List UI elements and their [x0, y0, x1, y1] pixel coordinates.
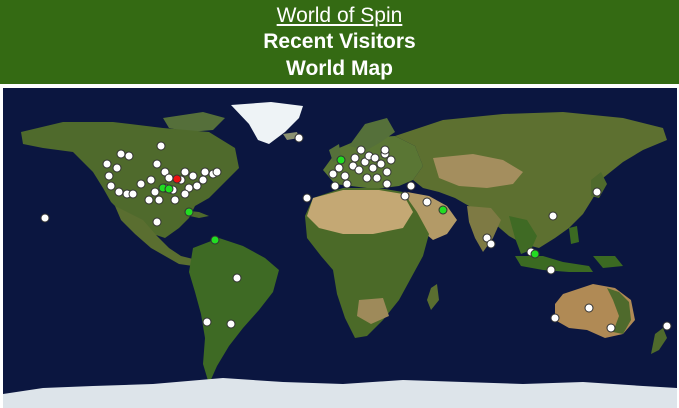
visitor-dot [382, 179, 392, 189]
visitor-dot [406, 181, 416, 191]
visitor-dot [156, 141, 166, 151]
visitor-dot [40, 213, 50, 223]
visitor-dot [546, 265, 556, 275]
visitor-dot [350, 153, 360, 163]
visitor-dot-green [336, 155, 346, 165]
visitor-dot [386, 155, 396, 165]
page-heading-world-map: World Map [286, 57, 393, 80]
visitor-dot [226, 319, 236, 329]
world-map [3, 88, 677, 408]
visitor-dot-red [172, 174, 182, 184]
visitor-dot [550, 313, 560, 323]
visitor-dot [606, 323, 616, 333]
visitor-dot [486, 239, 496, 249]
visitor-dot [170, 195, 180, 205]
visitor-dot [342, 179, 352, 189]
visitor-dot [202, 317, 212, 327]
visitor-dot [372, 173, 382, 183]
visitor-dot [380, 145, 390, 155]
new-zealand [651, 328, 667, 354]
visitor-dot [382, 167, 392, 177]
antarctica [3, 378, 677, 408]
visitor-dot [154, 195, 164, 205]
visitor-dot [152, 159, 162, 169]
visitor-dot [198, 175, 208, 185]
visitor-dot [180, 189, 190, 199]
visitor-dot [362, 173, 372, 183]
visitor-dot-green [164, 184, 174, 194]
visitor-dot [354, 165, 364, 175]
visitor-dot [302, 193, 312, 203]
madagascar [427, 284, 439, 310]
visitor-dot [152, 217, 162, 227]
visitor-dot-green [210, 235, 220, 245]
visitor-dot [102, 159, 112, 169]
world-map-image [3, 102, 677, 408]
visitor-dot [548, 211, 558, 221]
map-frame [0, 86, 679, 408]
visitor-dot [330, 181, 340, 191]
visitor-dot-green [184, 207, 194, 217]
visitor-dot [104, 171, 114, 181]
visitor-dot [144, 195, 154, 205]
visitor-dot [136, 179, 146, 189]
new-guinea [593, 256, 623, 268]
visitor-dot [146, 175, 156, 185]
page-header: World of Spin Recent Visitors World Map [0, 0, 679, 85]
philippines [569, 226, 579, 244]
sahara-desert [307, 190, 413, 234]
visitor-dot [422, 197, 432, 207]
visitor-dot [188, 171, 198, 181]
visitor-dot [592, 187, 602, 197]
site-title-link[interactable]: World of Spin [0, 0, 679, 28]
visitor-dot [232, 273, 242, 283]
visitor-dot [212, 167, 222, 177]
visitor-dot [662, 321, 672, 331]
visitor-dot [584, 303, 594, 313]
page-heading-recent-visitors: Recent Visitors [263, 30, 416, 53]
visitor-dot [124, 151, 134, 161]
visitor-dot-green [530, 249, 540, 259]
visitor-dot [400, 191, 410, 201]
south-america [189, 238, 279, 384]
visitor-dot [112, 163, 122, 173]
visitor-dot-green [438, 205, 448, 215]
visitor-dot [128, 189, 138, 199]
visitor-dot [294, 133, 304, 143]
